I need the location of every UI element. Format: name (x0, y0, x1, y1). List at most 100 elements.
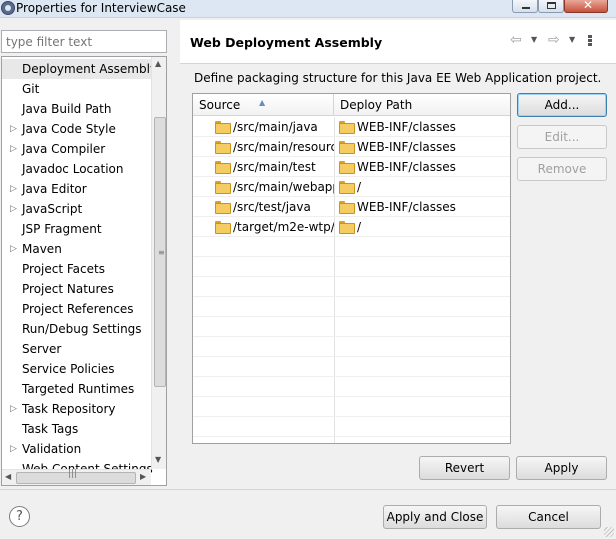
eclipse-icon (1, 1, 15, 15)
table-row[interactable]: /src/main/java WEB-INF/classes (193, 117, 510, 137)
deploy-path: WEB-INF/classes (357, 140, 456, 154)
chevron-down-icon[interactable]: ▼ (531, 35, 537, 44)
source-cell: /src/main/webapp (193, 177, 334, 197)
help-icon[interactable]: ? (9, 506, 30, 527)
expand-arrow-icon[interactable]: ▷ (10, 179, 17, 199)
tree-item-label: Git (22, 82, 40, 96)
maximize-button[interactable] (538, 0, 564, 13)
tree-item[interactable]: ▷ Maven (2, 239, 152, 259)
sort-ascending-icon: ▲ (259, 98, 266, 107)
expand-arrow-icon[interactable]: ▷ (10, 399, 17, 419)
table-row[interactable]: /src/main/webapp / (193, 177, 510, 197)
empty-table-row (193, 337, 510, 357)
filter-input[interactable] (1, 30, 167, 53)
deploy-path-cell: / (335, 177, 510, 197)
apply-and-close-button[interactable]: Apply and Close (383, 505, 487, 529)
tree-item[interactable]: ▷ JavaScript (2, 199, 152, 219)
tree-item[interactable]: Task Tags (2, 419, 152, 439)
page-description: Define packaging structure for this Java… (194, 71, 602, 85)
tree-horizontal-scrollbar[interactable]: ◀ ||| ▶ (2, 469, 151, 485)
tree-item[interactable]: Project Natures (2, 279, 152, 299)
close-button[interactable]: ✕ (564, 0, 608, 13)
chevron-down-icon[interactable]: ▼ (569, 35, 575, 44)
tree-item-label: Java Build Path (22, 102, 112, 116)
page-header: Web Deployment Assembly ⇦ ▼ ⇨ ▼ (180, 20, 616, 64)
tree-item[interactable]: Server (2, 339, 152, 359)
scroll-left-icon[interactable]: ◀ (5, 472, 11, 481)
tree-item[interactable]: Git (2, 79, 152, 99)
scroll-thumb[interactable]: ≡ (154, 117, 166, 387)
deploy-path: / (357, 220, 362, 234)
tree-item-label: Project References (22, 302, 134, 316)
view-menu-icon[interactable] (586, 34, 594, 48)
tree-item[interactable]: ▷ Task Repository (2, 399, 152, 419)
expand-arrow-icon[interactable]: ▷ (10, 239, 17, 259)
tree-item-label: Deployment Assembly (22, 62, 158, 76)
tree-item-label: Project Facets (22, 262, 105, 276)
tree-item[interactable]: Run/Debug Settings (2, 319, 152, 339)
tree-item[interactable]: Targeted Runtimes (2, 379, 152, 399)
tree-item-label: Run/Debug Settings (22, 322, 142, 336)
scroll-down-icon[interactable]: ▼ (155, 455, 161, 464)
expand-arrow-icon[interactable]: ▷ (10, 439, 17, 459)
tree-item[interactable]: Deployment Assembly (2, 59, 157, 79)
minimize-button[interactable] (512, 0, 538, 13)
table-row[interactable]: /src/main/test WEB-INF/classes (193, 157, 510, 177)
edit-button[interactable]: Edit... (517, 125, 607, 149)
tree-item-label: Java Compiler (22, 142, 106, 156)
table-row[interactable]: /target/m2e-wtp/web-resources / (193, 217, 510, 237)
tree-item-label: Task Repository (22, 402, 116, 416)
resize-grip[interactable] (604, 527, 614, 537)
assembly-table: Source ▲ Deploy Path /src/main/java WEB-I… (192, 93, 511, 444)
apply-button[interactable]: Apply (516, 456, 607, 480)
table-rows: /src/main/java WEB-INF/classes/src/main/r… (193, 117, 510, 437)
panel-sash[interactable] (175, 20, 178, 490)
source-cell: /src/main/resources (193, 137, 334, 157)
source-path: /src/main/webapp (233, 180, 334, 194)
revert-button[interactable]: Revert (419, 456, 510, 480)
deploy-path: WEB-INF/classes (357, 120, 456, 134)
table-row[interactable]: /src/test/java WEB-INF/classes (193, 197, 510, 217)
tree-item[interactable]: ▷ Java Code Style (2, 119, 152, 139)
tree-item[interactable]: Java Build Path (2, 99, 152, 119)
column-header-source[interactable]: Source ▲ (193, 94, 334, 116)
scroll-right-icon[interactable]: ▶ (140, 472, 146, 481)
folder-icon (339, 141, 355, 154)
remove-button[interactable]: Remove (517, 157, 607, 181)
cancel-button[interactable]: Cancel (496, 505, 601, 529)
expand-arrow-icon[interactable]: ▷ (10, 139, 17, 159)
tree-item[interactable]: JSP Fragment (2, 219, 152, 239)
tree-item[interactable]: Service Policies (2, 359, 152, 379)
empty-table-row (193, 397, 510, 417)
folder-icon (215, 201, 231, 214)
tree-item[interactable]: ▷ Validation (2, 439, 152, 459)
column-header-deploy-path[interactable]: Deploy Path (334, 94, 510, 116)
arrow-left-icon[interactable]: ⇦ (510, 32, 522, 48)
tree-item-label: JSP Fragment (22, 222, 102, 236)
empty-table-row (193, 257, 510, 277)
folder-icon (339, 221, 355, 234)
tree-item[interactable]: ▷ Java Editor (2, 179, 152, 199)
tree-item[interactable]: ▷ Java Compiler (2, 139, 152, 159)
empty-table-row (193, 377, 510, 397)
tree-item-label: Service Policies (22, 362, 115, 376)
deploy-path-cell: WEB-INF/classes (335, 197, 510, 217)
add-button[interactable]: Add... (517, 93, 607, 117)
tree-item[interactable]: Javadoc Location (2, 159, 152, 179)
expand-arrow-icon[interactable]: ▷ (10, 199, 17, 219)
tree-item-label: Server (22, 342, 62, 356)
scroll-up-icon[interactable]: ▲ (155, 59, 161, 68)
tree-item-label: Project Natures (22, 282, 114, 296)
expand-arrow-icon[interactable]: ▷ (10, 119, 17, 139)
window-title: Properties for InterviewCase (16, 1, 186, 15)
table-row[interactable]: /src/main/resources WEB-INF/classes (193, 137, 510, 157)
tree-item-label: Task Tags (22, 422, 79, 436)
folder-icon (339, 121, 355, 134)
source-path: /src/test/java (233, 200, 311, 214)
tree-vertical-scrollbar[interactable]: ▲ ≡ ▼ (151, 57, 166, 469)
tree-item[interactable]: Project Facets (2, 259, 152, 279)
tree-item[interactable]: Project References (2, 299, 152, 319)
folder-icon (215, 221, 231, 234)
dialog-separator (0, 489, 616, 490)
arrow-right-icon[interactable]: ⇨ (548, 32, 560, 48)
